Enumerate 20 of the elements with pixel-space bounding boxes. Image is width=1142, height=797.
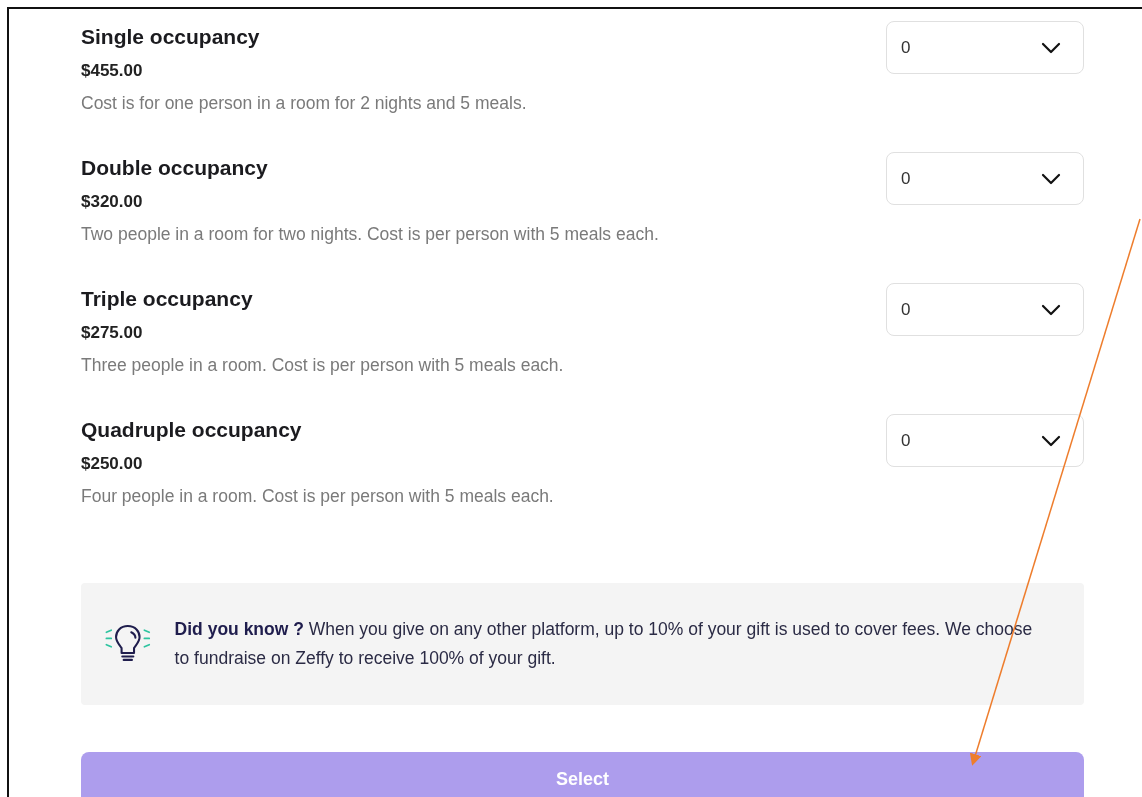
option-price: $250.00 [81, 454, 144, 474]
option-price: $455.00 [81, 61, 144, 81]
option-title: Double occupancy [81, 156, 269, 180]
option-title: Triple occupancy [81, 287, 254, 311]
quantity-dropdown[interactable]: 0 [886, 152, 1084, 205]
chevron-down-icon [1041, 172, 1061, 185]
chevron-down-icon [1041, 434, 1061, 447]
option-description: Four people in a room. Cost is per person with 5 meals each. [81, 486, 554, 507]
option-description: Cost is for one person in a room for 2 nights and 5 meals. [81, 93, 527, 114]
chevron-down-icon [1041, 41, 1061, 54]
quantity-dropdown[interactable]: 0 [886, 21, 1084, 74]
quantity-dropdown[interactable]: 0 [886, 283, 1084, 336]
option-title: Single occupancy [81, 25, 261, 49]
option-title: Quadruple occupancy [81, 418, 303, 442]
option-description: Two people in a room for two nights. Cost is per person with 5 meals each. [81, 224, 659, 245]
chevron-down-icon [1041, 303, 1061, 316]
option-price: $320.00 [81, 192, 144, 212]
option-price: $275.00 [81, 323, 144, 343]
quantity-dropdown[interactable]: 0 [886, 414, 1084, 467]
option-description: Three people in a room. Cost is per person with 5 meals each. [81, 355, 564, 376]
